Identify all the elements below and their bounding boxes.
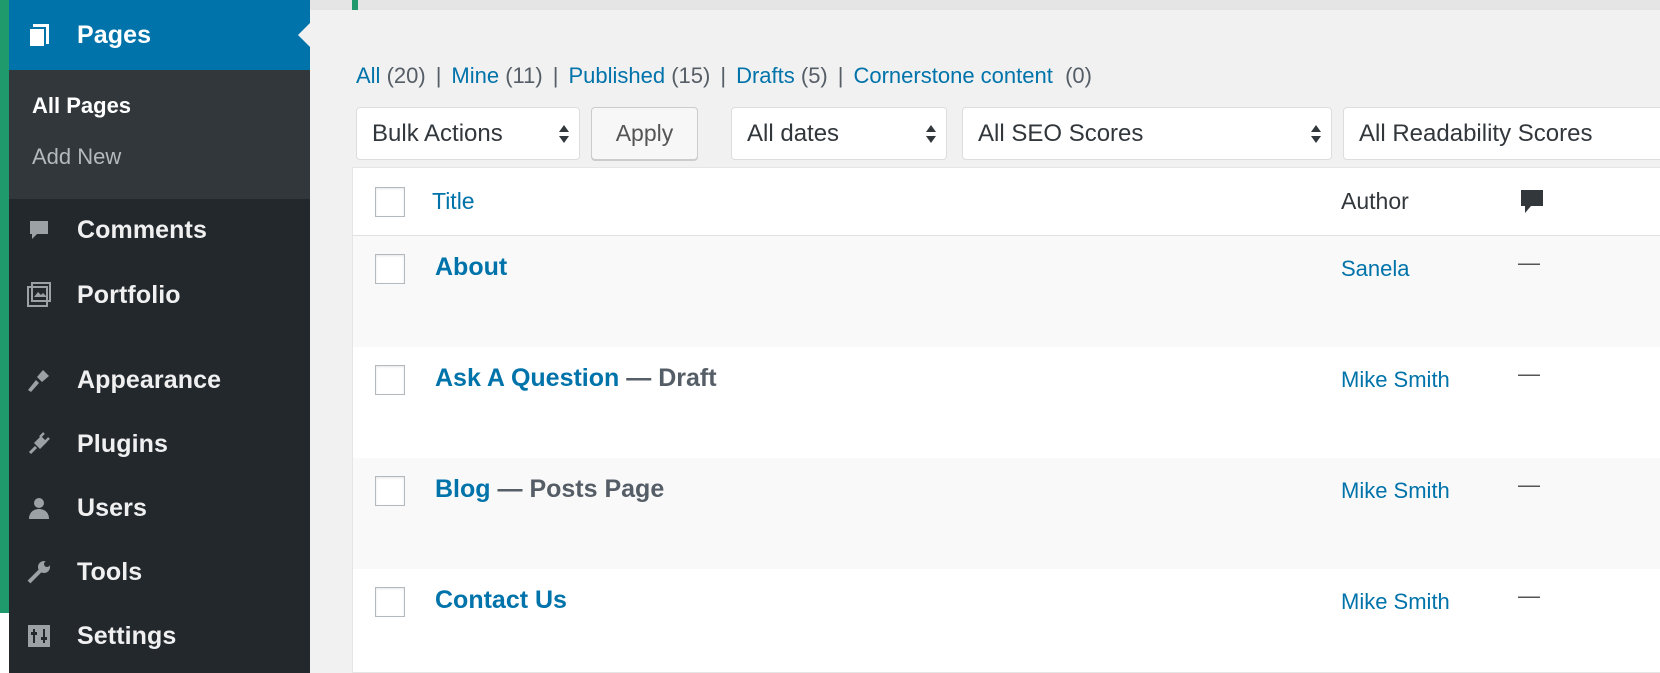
page-comments: — bbox=[1518, 472, 1540, 497]
page-author[interactable]: Mike Smith bbox=[1341, 589, 1450, 615]
comment-bubble-icon bbox=[1518, 187, 1546, 217]
select-arrows-icon bbox=[924, 123, 938, 145]
page-state: — Posts Page bbox=[490, 475, 665, 503]
page-title: Contact Us bbox=[435, 586, 567, 615]
row-checkbox[interactable] bbox=[375, 254, 405, 284]
filter-mine-count: (11) bbox=[505, 63, 543, 88]
filter-published-count: (15) bbox=[671, 63, 711, 88]
menu-item-tools[interactable]: Tools bbox=[9, 547, 310, 597]
menu-label-portfolio: Portfolio bbox=[77, 280, 181, 309]
filter-all-count: (20) bbox=[386, 63, 426, 88]
select-arrows-icon bbox=[1309, 123, 1323, 145]
menu-label-users: Users bbox=[77, 493, 147, 522]
menu-item-plugins[interactable]: Plugins bbox=[9, 419, 310, 469]
page-comments: — bbox=[1518, 583, 1540, 608]
menu-label-plugins: Plugins bbox=[77, 429, 168, 458]
settings-icon bbox=[26, 623, 52, 649]
menu-item-pages[interactable]: Pages bbox=[9, 0, 310, 70]
page-title: Ask A Question — Draft bbox=[435, 364, 717, 393]
admin-sidebar: Pages All Pages Add New Comments Portfol… bbox=[9, 0, 310, 673]
menu-item-portfolio[interactable]: Portfolio bbox=[9, 270, 310, 320]
page-comments: — bbox=[1518, 250, 1540, 275]
seo-score-value: All SEO Scores bbox=[978, 119, 1144, 147]
filter-drafts-count: (5) bbox=[800, 63, 828, 88]
page-title: About bbox=[435, 253, 507, 282]
bulk-actions-select[interactable]: Bulk Actions bbox=[356, 107, 580, 160]
comments-icon bbox=[26, 217, 52, 243]
filter-separator: | bbox=[552, 63, 559, 88]
menu-label-settings: Settings bbox=[77, 621, 177, 650]
page-title-link[interactable]: Ask A Question bbox=[435, 364, 619, 392]
filter-drafts[interactable]: Drafts (5) bbox=[736, 63, 828, 88]
dates-filter-value: All dates bbox=[747, 119, 840, 147]
filter-separator: | bbox=[720, 63, 727, 88]
select-arrows-icon bbox=[557, 123, 571, 145]
filter-cornerstone[interactable]: Cornerstone content (0) bbox=[853, 63, 1091, 88]
table-header: Title Author bbox=[353, 168, 1660, 236]
table-row: Ask A Question — Draft Mike Smith — bbox=[353, 347, 1660, 458]
row-checkbox[interactable] bbox=[375, 365, 405, 395]
notice-accent bbox=[352, 0, 358, 10]
submenu-all-pages[interactable]: All Pages bbox=[32, 93, 131, 119]
submenu-add-new[interactable]: Add New bbox=[32, 144, 121, 170]
bulk-actions-value: Bulk Actions bbox=[372, 119, 503, 147]
table-row: Contact Us Mike Smith — bbox=[353, 569, 1660, 673]
filter-mine-label: Mine bbox=[451, 63, 500, 88]
filter-published[interactable]: Published (15) bbox=[568, 63, 710, 88]
readability-score-value: All Readability Scores bbox=[1359, 119, 1593, 147]
menu-item-appearance[interactable]: Appearance bbox=[9, 355, 310, 405]
filter-cornerstone-count: (0) bbox=[1065, 63, 1092, 88]
pages-table: Title Author About Sanela — Ask A Questi… bbox=[352, 167, 1660, 673]
column-author-header: Author bbox=[1341, 188, 1409, 214]
filter-published-label: Published bbox=[568, 63, 666, 88]
menu-item-users[interactable]: Users bbox=[9, 483, 310, 533]
page-comments: — bbox=[1518, 361, 1540, 386]
page-title: Blog — Posts Page bbox=[435, 475, 664, 504]
filter-all[interactable]: All (20) bbox=[356, 63, 426, 88]
page-title-link[interactable]: Contact Us bbox=[435, 586, 567, 614]
apply-button[interactable]: Apply bbox=[591, 107, 698, 160]
page-title-link[interactable]: About bbox=[435, 253, 507, 281]
plugins-icon bbox=[26, 431, 52, 457]
seo-score-select[interactable]: All SEO Scores bbox=[962, 107, 1332, 160]
select-all-checkbox[interactable] bbox=[375, 187, 405, 217]
dates-filter-select[interactable]: All dates bbox=[731, 107, 947, 160]
page-author[interactable]: Sanela bbox=[1341, 256, 1410, 282]
menu-label-comments: Comments bbox=[77, 215, 207, 244]
page-state: — Draft bbox=[619, 364, 717, 392]
page-title-link[interactable]: Blog bbox=[435, 475, 491, 503]
column-title-header[interactable]: Title bbox=[432, 188, 475, 215]
menu-item-settings[interactable]: Settings bbox=[9, 611, 310, 661]
table-row: Blog — Posts Page Mike Smith — bbox=[353, 458, 1660, 569]
status-filter-links: All (20) | Mine (11) | Published (15) | Drafts… bbox=[356, 63, 1092, 89]
page-author[interactable]: Mike Smith bbox=[1341, 478, 1450, 504]
top-notice-bar bbox=[310, 0, 1660, 10]
filter-mine[interactable]: Mine (11) bbox=[451, 63, 542, 88]
readability-score-select[interactable]: All Readability Scores bbox=[1343, 107, 1660, 160]
appearance-icon bbox=[26, 367, 52, 393]
portfolio-icon bbox=[26, 282, 52, 308]
table-row: About Sanela — bbox=[353, 236, 1660, 347]
filter-drafts-label: Drafts bbox=[736, 63, 795, 88]
main-content: All (20) | Mine (11) | Published (15) | Drafts… bbox=[310, 0, 1660, 673]
filter-cornerstone-label: Cornerstone content bbox=[853, 63, 1053, 88]
filter-separator: | bbox=[435, 63, 442, 88]
row-checkbox[interactable] bbox=[375, 587, 405, 617]
tools-icon bbox=[26, 559, 52, 585]
menu-item-comments[interactable]: Comments bbox=[9, 205, 310, 255]
pages-icon bbox=[26, 22, 52, 48]
menu-label-tools: Tools bbox=[77, 557, 143, 586]
menu-label-appearance: Appearance bbox=[77, 365, 222, 394]
filter-all-label: All bbox=[356, 63, 381, 88]
users-icon bbox=[26, 495, 52, 521]
page-author[interactable]: Mike Smith bbox=[1341, 367, 1450, 393]
pages-submenu: All Pages Add New bbox=[9, 70, 310, 199]
filter-separator: | bbox=[837, 63, 844, 88]
menu-label-pages: Pages bbox=[77, 20, 152, 49]
row-checkbox[interactable] bbox=[375, 476, 405, 506]
